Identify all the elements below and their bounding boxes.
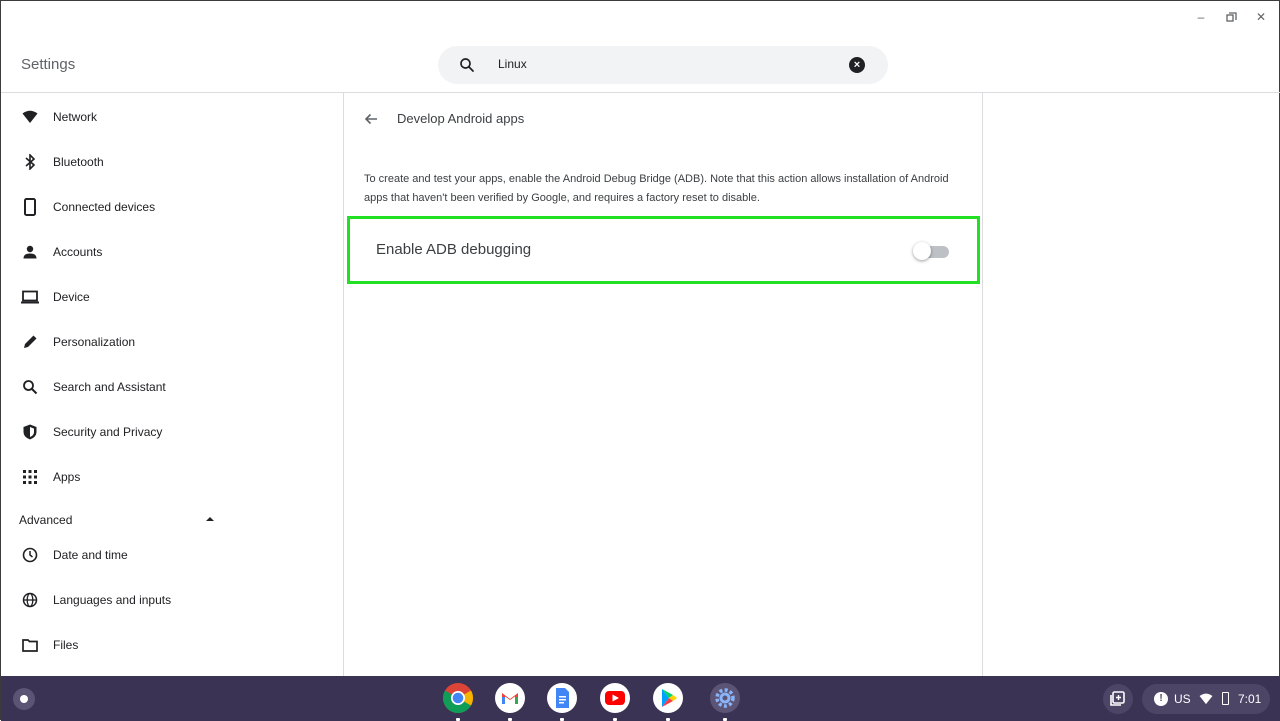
adb-debugging-toggle[interactable] bbox=[913, 242, 953, 260]
settings-icon[interactable] bbox=[709, 682, 741, 721]
sidebar-item-label: Personalization bbox=[53, 335, 136, 349]
shelf: ! US 7:01 bbox=[1, 676, 1280, 721]
sidebar-item-languages-inputs[interactable]: Languages and inputs bbox=[1, 580, 343, 620]
caret-up-icon[interactable] bbox=[206, 517, 214, 521]
sidebar-item-label: Device bbox=[53, 290, 90, 304]
search-box[interactable]: Linux × bbox=[438, 46, 888, 84]
description-text: To create and test your apps, enable the… bbox=[364, 173, 949, 204]
sidebar-item-connected-devices[interactable]: Connected devices bbox=[1, 187, 343, 227]
sidebar-item-personalization[interactable]: Personalization bbox=[1, 322, 343, 362]
chrome-icon[interactable] bbox=[442, 682, 474, 721]
sidebar-item-label: Apps bbox=[53, 470, 81, 484]
bluetooth-icon bbox=[21, 153, 39, 171]
clock-time: 7:01 bbox=[1238, 692, 1262, 706]
gmail-icon[interactable] bbox=[494, 682, 526, 721]
sidebar-item-files[interactable]: Files bbox=[1, 625, 343, 665]
advanced-section-toggle[interactable]: Advanced bbox=[19, 513, 72, 527]
sidebar-item-network[interactable]: Network bbox=[1, 97, 343, 137]
header: Settings Linux × bbox=[1, 1, 1280, 93]
search-icon bbox=[21, 378, 39, 396]
sidebar-item-bluetooth[interactable]: Bluetooth bbox=[1, 142, 343, 182]
sidebar-item-label: Search and Assistant bbox=[53, 380, 166, 394]
sidebar-item-device[interactable]: Device bbox=[1, 277, 343, 317]
sidebar-item-label: Connected devices bbox=[53, 200, 156, 214]
pencil-icon bbox=[21, 333, 39, 351]
page-title: Develop Android apps bbox=[397, 111, 525, 126]
sidebar-item-label: Network bbox=[53, 110, 98, 124]
sidebar-item-label: Security and Privacy bbox=[53, 425, 163, 439]
wifi-icon bbox=[1199, 693, 1213, 705]
clock-icon bbox=[21, 546, 39, 564]
folder-icon bbox=[21, 636, 39, 654]
youtube-icon[interactable] bbox=[599, 682, 631, 721]
play-store-icon[interactable] bbox=[652, 682, 684, 721]
sidebar-item-label: Date and time bbox=[53, 548, 128, 562]
keyboard-language: US bbox=[1174, 692, 1191, 706]
holding-space-icon bbox=[1110, 691, 1125, 706]
apps-grid-icon bbox=[21, 468, 39, 486]
toggle-knob bbox=[913, 242, 931, 260]
close-icon[interactable]: ✕ bbox=[1253, 9, 1269, 25]
sidebar-item-label: Bluetooth bbox=[53, 155, 104, 169]
launcher-icon[interactable] bbox=[13, 688, 35, 710]
sidebar-item-date-time[interactable]: Date and time bbox=[1, 535, 343, 575]
minimize-icon[interactable]: – bbox=[1193, 9, 1209, 25]
person-icon bbox=[21, 243, 39, 261]
sidebar-item-label: Files bbox=[53, 638, 79, 652]
adb-debugging-label: Enable ADB debugging bbox=[376, 241, 532, 258]
adb-debugging-row[interactable]: Enable ADB debugging bbox=[347, 216, 980, 284]
sidebar-item-search-assistant[interactable]: Search and Assistant bbox=[1, 367, 343, 407]
window-controls: – ✕ bbox=[1193, 9, 1269, 25]
settings-window: Settings Linux × – ✕ Network Bluetooth C… bbox=[0, 0, 1280, 721]
clear-search-icon[interactable]: × bbox=[849, 57, 865, 73]
sidebar: Network Bluetooth Connected devices Acco… bbox=[1, 93, 343, 676]
main-panel: Develop Android apps To create and test … bbox=[343, 93, 983, 676]
holding-space-button[interactable] bbox=[1103, 684, 1133, 714]
globe-icon bbox=[21, 591, 39, 609]
docs-icon[interactable] bbox=[546, 682, 578, 721]
status-area[interactable]: ! US 7:01 bbox=[1142, 684, 1270, 714]
info-icon: ! bbox=[1154, 692, 1168, 706]
sidebar-item-label: Languages and inputs bbox=[53, 593, 172, 607]
app-title: Settings bbox=[21, 56, 76, 73]
sidebar-item-label: Accounts bbox=[53, 245, 103, 259]
search-icon bbox=[460, 58, 474, 72]
wifi-icon bbox=[21, 108, 39, 126]
sidebar-item-apps[interactable]: Apps bbox=[1, 457, 343, 497]
restore-icon[interactable] bbox=[1223, 9, 1239, 25]
back-arrow-icon[interactable] bbox=[362, 110, 380, 128]
shield-icon bbox=[21, 423, 39, 441]
battery-icon bbox=[1222, 692, 1229, 705]
phone-icon bbox=[21, 198, 39, 216]
search-input[interactable]: Linux bbox=[498, 57, 527, 71]
sidebar-item-security-privacy[interactable]: Security and Privacy bbox=[1, 412, 343, 452]
sidebar-item-accounts[interactable]: Accounts bbox=[1, 232, 343, 272]
laptop-icon bbox=[21, 288, 39, 306]
